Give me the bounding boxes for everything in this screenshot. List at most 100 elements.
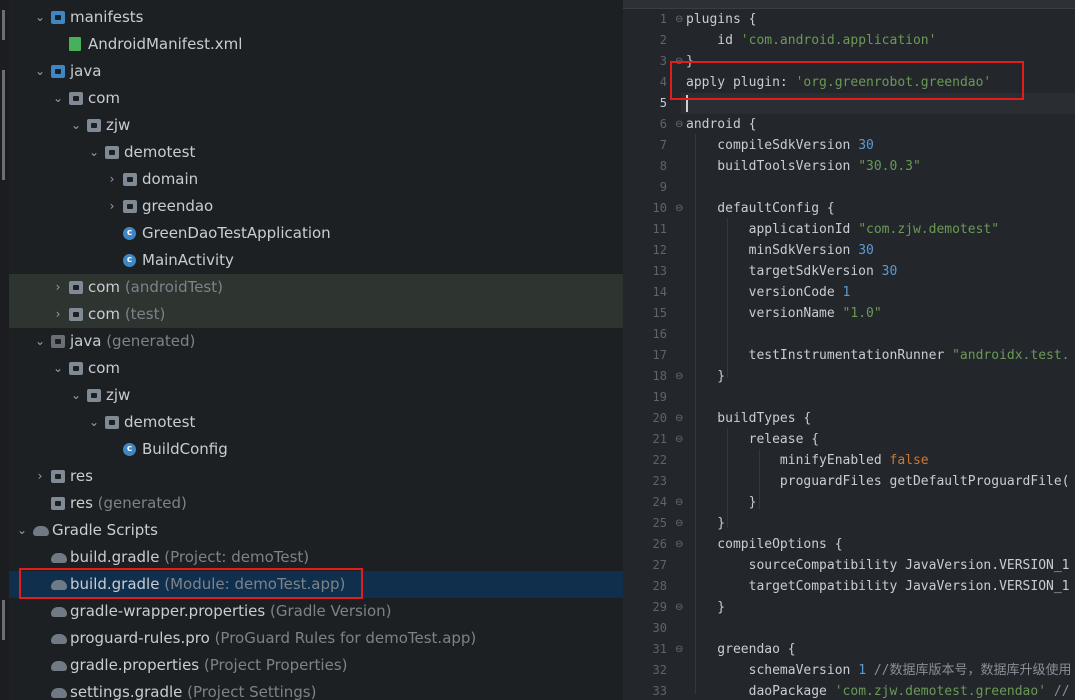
tree-item[interactable]: gradle.properties (Project Properties) xyxy=(9,652,623,679)
fold-icon[interactable]: ⊖ xyxy=(675,429,683,450)
fold-icon[interactable]: ⊖ xyxy=(675,513,683,534)
tree-item-label: demotest xyxy=(124,143,196,161)
code-line[interactable]: schemaVersion 1 //数据库版本号，数据库升级使用 xyxy=(686,660,1072,681)
tree-item[interactable]: gradle-wrapper.properties (Gradle Versio… xyxy=(9,598,623,625)
line-number: 28 xyxy=(652,579,667,593)
code-line[interactable]: targetSdkVersion 30 xyxy=(686,261,898,282)
tree-item-label: com xyxy=(88,89,121,107)
line-number: 27 xyxy=(652,558,667,572)
tree-item[interactable]: c MainActivity xyxy=(9,247,623,274)
fold-icon[interactable]: ⊖ xyxy=(675,597,683,618)
tree-item[interactable]: ⌄ java (generated) xyxy=(9,328,623,355)
code-line[interactable]: id 'com.android.application' xyxy=(686,30,936,51)
package-icon xyxy=(69,281,83,294)
tree-item[interactable]: › res xyxy=(9,463,623,490)
tree-item[interactable]: ⌄ zjw xyxy=(9,382,623,409)
code-line[interactable]: plugins { xyxy=(686,9,756,30)
tree-item-label: zjw xyxy=(106,116,131,134)
code-line[interactable]: buildTypes { xyxy=(686,408,811,429)
chevron-down-icon[interactable]: ⌄ xyxy=(51,85,65,112)
code-line[interactable]: compileOptions { xyxy=(686,534,842,555)
code-line[interactable]: release { xyxy=(686,429,819,450)
package-icon xyxy=(123,200,137,213)
tool-window-tab[interactable] xyxy=(2,600,5,640)
code-line[interactable]: android { xyxy=(686,114,756,135)
tree-item[interactable]: c GreenDaoTestApplication xyxy=(9,220,623,247)
code-line[interactable]: minSdkVersion 30 xyxy=(686,240,874,261)
chevron-down-icon[interactable]: ⌄ xyxy=(33,328,47,355)
tree-item[interactable]: › domain xyxy=(9,166,623,193)
tree-item[interactable]: AndroidManifest.xml xyxy=(9,31,623,58)
code-line[interactable]: compileSdkVersion 30 xyxy=(686,135,874,156)
tool-window-tab[interactable] xyxy=(2,70,5,180)
tree-item[interactable]: › greendao xyxy=(9,193,623,220)
gradle-icon xyxy=(51,634,67,644)
tree-item[interactable]: ⌄ demotest xyxy=(9,139,623,166)
code-line[interactable]: defaultConfig { xyxy=(686,198,834,219)
code-line[interactable]: } xyxy=(686,597,725,618)
chevron-down-icon[interactable]: ⌄ xyxy=(87,139,101,166)
tool-window-tab[interactable] xyxy=(2,10,5,40)
chevron-down-icon[interactable]: ⌄ xyxy=(33,4,47,31)
tree-item[interactable]: ⌄ java xyxy=(9,58,623,85)
fold-icon[interactable]: ⊖ xyxy=(675,198,683,219)
chevron-down-icon[interactable]: ⌄ xyxy=(69,112,83,139)
code-line[interactable]: } xyxy=(686,492,757,513)
fold-icon[interactable]: ⊖ xyxy=(675,366,683,387)
code-line[interactable]: proguardFiles getDefaultProguardFile( xyxy=(686,471,1070,492)
code-line[interactable]: } xyxy=(686,513,725,534)
code-line[interactable]: versionCode 1 xyxy=(686,282,851,303)
tree-item[interactable]: build.gradle (Project: demoTest) xyxy=(9,544,623,571)
tree-item-label: proguard-rules.pro (ProGuard Rules for d… xyxy=(70,629,477,647)
code-line[interactable]: testInstrumentationRunner "androidx.test… xyxy=(686,345,1070,366)
line-number: 30 xyxy=(652,621,667,635)
fold-icon[interactable]: ⊖ xyxy=(675,114,683,135)
code-line[interactable]: versionName "1.0" xyxy=(686,303,882,324)
tree-item[interactable]: ⌄ zjw xyxy=(9,112,623,139)
fold-icon[interactable]: ⊖ xyxy=(675,639,683,660)
tree-item[interactable]: c BuildConfig xyxy=(9,436,623,463)
tree-item[interactable]: ⌄ manifests xyxy=(9,4,623,31)
fold-icon[interactable]: ⊖ xyxy=(675,492,683,513)
fold-icon[interactable]: ⊖ xyxy=(675,9,683,30)
fold-icon[interactable]: ⊖ xyxy=(675,534,683,555)
code-line[interactable]: applicationId "com.zjw.demotest" xyxy=(686,219,999,240)
tree-item[interactable]: ⌄ Gradle Scripts xyxy=(9,517,623,544)
line-number: 16 xyxy=(652,327,667,341)
chevron-right-icon[interactable]: › xyxy=(33,463,47,490)
code-line[interactable]: greendao { xyxy=(686,639,795,660)
line-number: 18 xyxy=(652,369,667,383)
code-line[interactable]: } xyxy=(686,366,725,387)
tree-item-label: demotest xyxy=(124,413,196,431)
code-line[interactable]: targetCompatibility JavaVersion.VERSION_… xyxy=(686,576,1070,597)
package-icon xyxy=(105,146,119,159)
tree-item[interactable]: ⌄ demotest xyxy=(9,409,623,436)
tree-item[interactable]: ⌄ com xyxy=(9,355,623,382)
code-line[interactable]: buildToolsVersion "30.0.3" xyxy=(686,156,921,177)
chevron-right-icon[interactable]: › xyxy=(105,193,119,220)
tree-item[interactable]: res (generated) xyxy=(9,490,623,517)
tree-item[interactable]: settings.gradle (Project Settings) xyxy=(9,679,623,700)
tree-item[interactable]: ⌄ com xyxy=(9,85,623,112)
tree-item[interactable]: › com (androidTest) xyxy=(9,274,623,301)
chevron-down-icon[interactable]: ⌄ xyxy=(87,409,101,436)
code-line[interactable]: daoPackage 'com.zjw.demotest.greendao' /… xyxy=(686,681,1070,700)
chevron-right-icon[interactable]: › xyxy=(51,301,65,328)
class-icon: c xyxy=(123,254,136,267)
chevron-down-icon[interactable]: ⌄ xyxy=(33,58,47,85)
chevron-down-icon[interactable]: ⌄ xyxy=(51,355,65,382)
code-editor[interactable]: 1 ⊖ 2 3 ⊖ 4 5 6 ⊖ 7 8 9 10 ⊖ 11 12 13 14 15 16 17 18 ⊖ 19 20 ⊖ 21 ⊖… xyxy=(623,0,1075,700)
chevron-down-icon[interactable]: ⌄ xyxy=(15,517,29,544)
tree-item[interactable]: proguard-rules.pro (ProGuard Rules for d… xyxy=(9,625,623,652)
code-line[interactable]: sourceCompatibility JavaVersion.VERSION_… xyxy=(686,555,1070,576)
line-number: 7 xyxy=(659,138,667,152)
editor-tab-strip[interactable] xyxy=(623,0,1075,9)
tree-item[interactable]: › com (test) xyxy=(9,301,623,328)
fold-icon[interactable]: ⊖ xyxy=(675,408,683,429)
tree-item-label: GreenDaoTestApplication xyxy=(142,224,331,242)
chevron-right-icon[interactable]: › xyxy=(51,274,65,301)
chevron-down-icon[interactable]: ⌄ xyxy=(69,382,83,409)
line-number: 26 xyxy=(652,537,667,551)
chevron-right-icon[interactable]: › xyxy=(105,166,119,193)
code-line[interactable]: minifyEnabled false xyxy=(686,450,929,471)
